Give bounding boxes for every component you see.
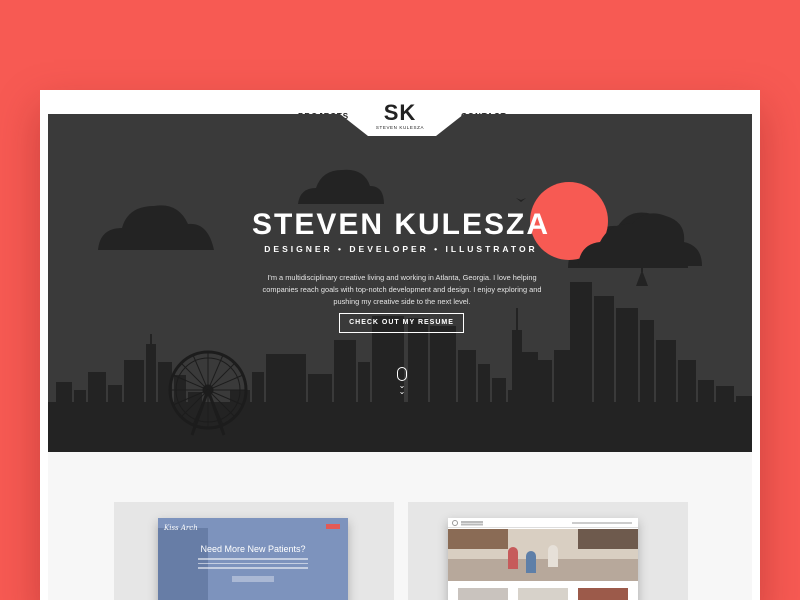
project-logo-text — [461, 521, 483, 523]
hero-title: STEVEN KULESZA — [251, 208, 551, 241]
project-screenshot-kitchen[interactable] — [448, 518, 638, 600]
project-nav-button — [326, 524, 340, 529]
hero-bio: I'm a multidisciplinary creative living … — [262, 273, 542, 306]
chevron-down-icon: ⌄ — [398, 387, 406, 396]
project-nav — [572, 522, 632, 524]
mouse-scroll-icon[interactable] — [397, 367, 407, 381]
project-logo: Kiss Arch — [164, 524, 198, 532]
project-card[interactable] — [408, 502, 688, 600]
hero-section: STEVEN KULESZA DESIGNER • DEVELOPER • IL… — [48, 90, 752, 452]
project-heading: Need More New Patients? — [200, 544, 306, 554]
kitchen-photo — [448, 529, 638, 581]
resume-button[interactable]: CHECK OUT MY RESUME — [339, 313, 464, 333]
project-body-text — [198, 558, 308, 570]
projects-section: Kiss Arch Need More New Patients? — [48, 452, 752, 600]
project-card[interactable]: Kiss Arch Need More New Patients? — [114, 502, 394, 600]
hero-illustration — [48, 114, 752, 452]
project-screenshot-dental[interactable]: Kiss Arch Need More New Patients? — [158, 518, 348, 600]
project-cta — [232, 576, 274, 582]
hero-subtitle: DESIGNER • DEVELOPER • ILLUSTRATOR — [264, 244, 538, 254]
project-logo-icon — [452, 520, 458, 526]
website-frame: PROJECTS SK STEVEN KULESZA CONTACT — [40, 90, 760, 600]
project-thumbnails — [458, 588, 628, 600]
project-header — [448, 518, 638, 528]
